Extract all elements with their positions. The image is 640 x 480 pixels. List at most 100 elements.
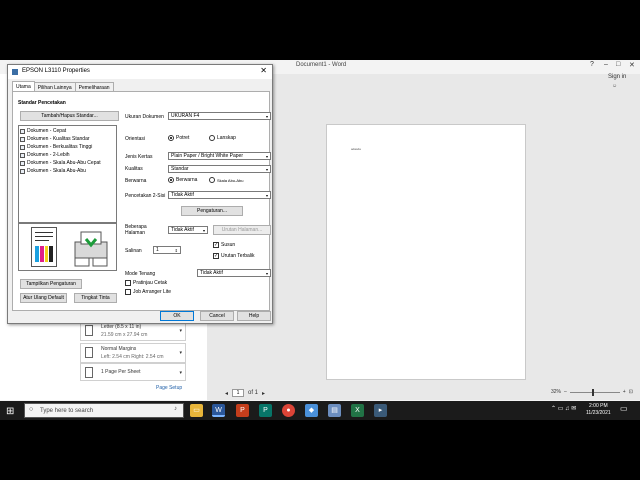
- add-remove-presets-button[interactable]: Tambah/Hapus Standar...: [20, 111, 119, 121]
- word-icon[interactable]: W: [212, 404, 225, 417]
- doc-size-label: Ukuran Dokumen: [125, 114, 164, 120]
- orientation-label: Orientasi: [125, 136, 146, 142]
- printer-app-icon[interactable]: ▤: [328, 404, 341, 417]
- duplex-label: Pencetakan 2-Sisi: [125, 193, 166, 199]
- help-icon[interactable]: ?: [590, 61, 594, 68]
- margins-icon: [85, 347, 93, 358]
- list-item[interactable]: Dokumen - Cepat: [20, 127, 115, 135]
- orientation-landscape-radio[interactable]: Lanskap: [209, 135, 236, 141]
- multipage-label-2: Halaman: [125, 230, 146, 236]
- chrome-icon[interactable]: ●: [282, 404, 295, 417]
- quality-label: Kualitas: [125, 166, 143, 172]
- duplex-select[interactable]: Tidak Aktif ▾: [168, 191, 271, 199]
- quality-select[interactable]: Standar ▾: [168, 165, 271, 173]
- chevron-down-icon: ▾: [265, 114, 268, 119]
- doc-size-select[interactable]: UKURAN F4 ▾: [168, 112, 271, 120]
- paper-size-title: Letter (8.5 x 11 in): [101, 324, 142, 330]
- prev-page-icon[interactable]: ◂: [225, 390, 228, 397]
- settings-preview: [18, 223, 117, 271]
- zoom-slider[interactable]: [569, 388, 620, 396]
- job-arranger-checkbox[interactable]: Job Arranger Lite: [125, 289, 171, 295]
- paper-size-subtitle: 21.59 cm x 27.94 cm: [101, 332, 148, 338]
- taskbar: ⊞ ○ Type here to search ♪ ▭ W P P ● ◆ ▤ …: [0, 401, 640, 420]
- ok-button[interactable]: OK: [160, 311, 194, 321]
- grayscale-radio[interactable]: Skala Abu-Abu: [209, 177, 243, 183]
- pages-per-sheet-dropdown[interactable]: 1 Page Per Sheet ▾: [80, 363, 186, 381]
- list-item[interactable]: Dokumen - Berkualitas Tinggi: [20, 143, 115, 151]
- zoom-level: 32%: [551, 389, 562, 395]
- microphone-icon[interactable]: ♪: [174, 406, 177, 412]
- orientation-portrait-radio[interactable]: Potret: [168, 135, 189, 141]
- close-icon[interactable]: ✕: [260, 66, 267, 75]
- terminal-app-icon[interactable]: ▸: [374, 404, 387, 417]
- search-input[interactable]: ○ Type here to search ♪: [24, 403, 184, 418]
- multipage-select[interactable]: Tidak Aktif ▾: [168, 226, 208, 234]
- chevron-down-icon: ▾: [179, 350, 182, 356]
- cancel-button[interactable]: Cancel: [200, 311, 234, 321]
- collate-checkbox[interactable]: ✓ Susun: [213, 242, 235, 248]
- minimize-icon[interactable]: –: [604, 61, 608, 68]
- copies-stepper[interactable]: 1 ⇕: [153, 246, 181, 254]
- search-icon: ○: [29, 406, 34, 413]
- page-order-button[interactable]: Urutan Halaman...: [213, 225, 271, 235]
- document-icon: [20, 160, 25, 166]
- help-button[interactable]: Help: [237, 311, 271, 321]
- printer-icon: [12, 69, 18, 75]
- list-item[interactable]: Dokumen - Skala Abu-Abu: [20, 167, 115, 175]
- pages-per-sheet-title: 1 Page Per Sheet: [101, 369, 141, 375]
- list-item[interactable]: Dokumen - 2-Lebih: [20, 151, 115, 159]
- margins-title: Normal Margins: [101, 346, 137, 352]
- paper-size-dropdown[interactable]: Letter (8.5 x 11 in) 21.59 cm x 27.94 cm…: [80, 321, 186, 341]
- list-item[interactable]: Dokumen - Kualitas Standar: [20, 135, 115, 143]
- quiet-mode-select[interactable]: Tidak Aktif ▾: [197, 269, 271, 277]
- chevron-down-icon: ▾: [179, 370, 182, 376]
- file-explorer-icon[interactable]: ▭: [190, 404, 203, 417]
- dialog-titlebar[interactable]: EPSON L3110 Properties ✕: [8, 65, 272, 79]
- sign-in-link[interactable]: Sign in: [608, 74, 626, 80]
- section-title: Standar Pencetakan: [18, 100, 66, 106]
- system-tray[interactable]: ⌃ ▭ ♫ ✉: [551, 405, 576, 412]
- excel-icon[interactable]: X: [351, 404, 364, 417]
- document-icon: [20, 128, 25, 134]
- preset-list: Dokumen - Cepat Dokumen - Kualitas Stand…: [18, 125, 117, 223]
- paper-preview-icon: [31, 227, 57, 267]
- reverse-order-checkbox[interactable]: ✓ Urutan Terbalik: [213, 253, 255, 259]
- paper-type-select[interactable]: Plain Paper / Bright White Paper ▾: [168, 152, 271, 160]
- window-title: Document1 - Word: [296, 62, 347, 68]
- reset-default-button[interactable]: Atur Ulang Default: [20, 293, 67, 303]
- color-radio[interactable]: Berwarna: [168, 177, 197, 183]
- duplex-settings-button[interactable]: Pengaturan...: [181, 206, 243, 216]
- chevron-down-icon: ▾: [265, 271, 268, 276]
- zoom-out-icon[interactable]: –: [564, 389, 567, 395]
- windows-start-icon[interactable]: ⊞: [6, 406, 14, 417]
- page-setup-link[interactable]: Page Setup: [156, 385, 182, 391]
- show-settings-button[interactable]: Tampilkan Pengaturan: [20, 279, 82, 289]
- next-page-icon[interactable]: ▸: [262, 390, 265, 397]
- chevron-down-icon: ▾: [202, 228, 205, 233]
- list-item[interactable]: Dokumen - Skala Abu-Abu Cepat: [20, 159, 115, 167]
- maximize-icon[interactable]: □: [616, 61, 620, 68]
- page-icon: [85, 325, 93, 336]
- margins-dropdown[interactable]: Normal Margins Left: 2.54 cm Right: 2.54…: [80, 343, 186, 363]
- notification-icon[interactable]: ▭: [620, 404, 628, 413]
- app-blue-icon[interactable]: ◆: [305, 404, 318, 417]
- page-number-input[interactable]: [232, 389, 245, 397]
- chevron-down-icon: ▾: [265, 154, 268, 159]
- ink-level-button[interactable]: Tingkat Tinta: [74, 293, 117, 303]
- clock-time: 2:00 PM: [589, 403, 608, 409]
- smiley-icon[interactable]: ☺: [612, 83, 617, 89]
- publisher-icon[interactable]: P: [259, 404, 272, 417]
- clock[interactable]: 2:00 PM 11/23/2021: [586, 403, 611, 417]
- page-navigation: ◂ of 1 ▸: [225, 389, 265, 397]
- fit-page-icon[interactable]: ⊡: [629, 389, 633, 395]
- pages-icon: [85, 367, 93, 378]
- print-preview-checkbox[interactable]: Pratinjau Cetak: [125, 280, 167, 286]
- zoom-control: 32% – + ⊡: [551, 388, 633, 396]
- stepper-arrows-icon[interactable]: ⇕: [175, 248, 178, 253]
- close-icon[interactable]: ✕: [629, 61, 635, 69]
- zoom-in-icon[interactable]: +: [623, 389, 626, 395]
- powerpoint-icon[interactable]: P: [236, 404, 249, 417]
- document-icon: [20, 136, 25, 142]
- clock-date: 11/23/2021: [586, 410, 611, 416]
- quiet-mode-label: Mode Tenang: [125, 271, 156, 277]
